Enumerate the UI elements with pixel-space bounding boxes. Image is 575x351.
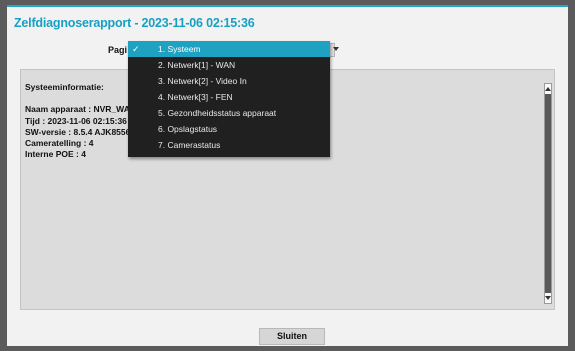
scroll-up-arrow-icon[interactable] — [545, 87, 551, 91]
dropdown-item-label: 5. Gezondheidsstatus apparaat — [158, 108, 277, 118]
dropdown-item-label: 2. Netwerk[1] - WAN — [158, 60, 236, 70]
dialog-title: Zelfdiagnoserapport - 2023-11-06 02:15:3… — [14, 16, 255, 30]
check-icon: ✓ — [132, 44, 140, 54]
dropdown-item-system[interactable]: ✓ 1. Systeem — [128, 41, 330, 57]
dropdown-item-network-wan[interactable]: 2. Netwerk[1] - WAN — [128, 57, 330, 73]
close-button[interactable]: Sluiten — [259, 328, 325, 345]
scrollbar[interactable] — [544, 83, 552, 304]
dropdown-item-storage-status[interactable]: 6. Opslagstatus — [128, 121, 330, 137]
scroll-thumb[interactable] — [545, 94, 551, 293]
dropdown-item-network-video-in[interactable]: 3. Netwerk[2] - Video In — [128, 73, 330, 89]
dropdown-item-label: 6. Opslagstatus — [158, 124, 218, 134]
page-label: Pagi — [108, 45, 128, 55]
time-line: Tijd : 2023-11-06 02:15:36 — [25, 115, 127, 126]
internal-poe-line: Interne POE : 4 — [25, 149, 86, 160]
device-name-line: Naam apparaat : NVR_WAN — [25, 104, 137, 115]
camera-count-line: Cameratelling : 4 — [25, 138, 94, 149]
system-info-heading: Systeeminformatie: — [25, 82, 104, 92]
scroll-down-arrow-icon[interactable] — [545, 296, 551, 300]
sw-version-line: SW-versie : 8.5.4 AJK8556 ( — [25, 126, 136, 137]
dropdown-item-label: 3. Netwerk[2] - Video In — [158, 76, 247, 86]
dropdown-item-label: 4. Netwerk[3] - FEN — [158, 92, 233, 102]
page-dropdown-menu: ✓ 1. Systeem 2. Netwerk[1] - WAN 3. Netw… — [128, 41, 330, 157]
dropdown-item-camera-status[interactable]: 7. Camerastatus — [128, 137, 330, 153]
system-info-text: Systeeminformatie: Naam apparaat : NVR_W… — [25, 82, 136, 161]
dropdown-item-network-fen[interactable]: 4. Netwerk[3] - FEN — [128, 89, 330, 105]
dropdown-item-label: 7. Camerastatus — [158, 140, 221, 150]
dropdown-item-label: 1. Systeem — [158, 44, 201, 54]
chevron-down-icon[interactable] — [333, 47, 339, 51]
dropdown-item-health-status[interactable]: 5. Gezondheidsstatus apparaat — [128, 105, 330, 121]
